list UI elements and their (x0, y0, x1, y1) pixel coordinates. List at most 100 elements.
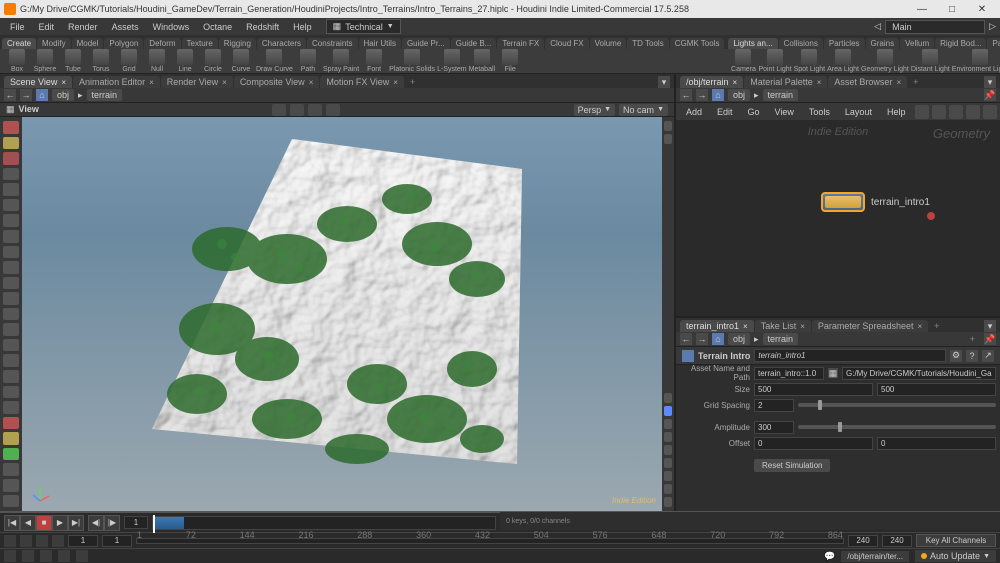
pin-icon[interactable]: 📌 (984, 333, 996, 345)
close-icon[interactable]: × (896, 78, 901, 87)
add-tab-button[interactable]: + (929, 320, 944, 332)
net-tool-icon[interactable] (932, 105, 946, 119)
close-icon[interactable]: × (817, 78, 822, 87)
help-icon[interactable]: ? (966, 350, 978, 362)
slider-thumb[interactable] (838, 422, 842, 432)
play-backward-button[interactable]: ◀ (20, 515, 36, 531)
range-slider[interactable]: 172144216288360432504576648720792864 (136, 538, 844, 544)
home-icon[interactable]: ⌂ (712, 89, 724, 101)
net-tool-icon[interactable] (966, 105, 980, 119)
viewport-3d[interactable]: Indie Edition (22, 117, 662, 511)
shelf-tool[interactable]: Curve (228, 49, 254, 73)
shelf-tool[interactable]: Environment Light (952, 49, 1000, 73)
desktop-layout-dropdown[interactable]: ▦ Technical ▼ (326, 19, 401, 34)
pane-type-icon[interactable]: ▦ (6, 104, 15, 115)
offset-y-input[interactable] (877, 437, 996, 450)
add-tab-button[interactable]: + (405, 76, 420, 88)
shelf-tool[interactable]: Area Light (827, 49, 859, 73)
shelf-tab[interactable]: Grains (866, 38, 900, 49)
viewport-tool-icon[interactable] (3, 308, 19, 321)
tab-param-spreadsheet[interactable]: Parameter Spreadsheet× (812, 320, 928, 332)
display-opt-icon[interactable] (664, 121, 672, 131)
shelf-tab[interactable]: Particle Fl... (987, 38, 1000, 49)
shelf-tab[interactable]: Characters (257, 38, 306, 49)
pane-menu-icon[interactable]: ▾ (984, 76, 996, 88)
shelf-tab[interactable]: Terrain FX (497, 38, 544, 49)
speech-icon[interactable]: 💬 (824, 551, 835, 562)
shelf-tab[interactable]: Texture (182, 38, 218, 49)
current-frame-input[interactable] (124, 516, 148, 529)
shelf-tab[interactable]: Vellum (900, 38, 934, 49)
shelf-tool[interactable]: Path (295, 49, 321, 73)
range-end-input[interactable] (848, 535, 878, 547)
menu-render[interactable]: Render (62, 21, 104, 33)
viewport-tool-icon[interactable] (3, 354, 19, 367)
shelf-tab[interactable]: Model (72, 38, 104, 49)
tab-motionfx-view[interactable]: Motion FX View× (320, 76, 404, 88)
menu-octane[interactable]: Octane (197, 21, 238, 33)
menu-windows[interactable]: Windows (147, 21, 196, 33)
close-icon[interactable]: × (743, 322, 748, 331)
viewport-tool-icon[interactable] (3, 339, 19, 352)
shelf-tool[interactable]: L-System (437, 49, 467, 73)
viewport-tool-icon[interactable] (3, 214, 19, 227)
add-button[interactable]: + (965, 333, 980, 345)
reset-simulation-button[interactable]: Reset Simulation (754, 459, 830, 472)
display-opt-icon[interactable] (664, 445, 672, 455)
shelf-tab[interactable]: Collisions (779, 38, 823, 49)
loop-mode-icon[interactable] (20, 535, 32, 547)
path-terrain[interactable]: terrain (763, 89, 799, 101)
shelf-tool[interactable]: Torus (88, 49, 114, 73)
timeline-track[interactable] (152, 516, 496, 530)
grid-spacing-input[interactable] (754, 399, 794, 412)
net-tool-icon[interactable] (949, 105, 963, 119)
grid-spacing-slider[interactable] (798, 403, 996, 407)
net-menu-edit[interactable]: Edit (711, 106, 739, 118)
net-menu-tools[interactable]: Tools (803, 106, 836, 118)
pane-menu-icon[interactable]: ▾ (658, 76, 670, 88)
pin-icon[interactable]: 📌 (984, 89, 996, 101)
close-icon[interactable]: × (393, 78, 398, 87)
start-frame-input[interactable] (68, 535, 98, 547)
viewport-tool-icon[interactable] (3, 230, 19, 243)
shelf-tool[interactable]: Line (172, 49, 198, 73)
shelf-tab[interactable]: Hair Utils (359, 38, 401, 49)
shelf-tool[interactable]: Spray Paint (323, 49, 359, 73)
display-opt-icon[interactable] (664, 432, 672, 442)
jump-icon[interactable]: ↗ (982, 350, 994, 362)
offset-x-input[interactable] (754, 437, 873, 450)
shelf-tab[interactable]: Rigging (219, 38, 256, 49)
forward-icon[interactable]: → (696, 89, 708, 101)
node-name-input[interactable] (754, 349, 946, 362)
shelf-tool[interactable]: Draw Curve (256, 49, 293, 73)
shelf-tab[interactable]: Polygon (104, 38, 143, 49)
menu-redshift[interactable]: Redshift (240, 21, 285, 33)
stop-button[interactable]: ■ (36, 515, 52, 531)
display-opt-icon[interactable] (664, 471, 672, 481)
shelf-tool[interactable]: Metaball (469, 49, 495, 73)
tab-asset-browser[interactable]: Asset Browser× (828, 76, 907, 88)
shelf-tool[interactable]: File (497, 49, 523, 73)
play-forward-button[interactable]: ▶ (52, 515, 68, 531)
menu-assets[interactable]: Assets (106, 21, 145, 33)
viewport-tool-icon[interactable] (3, 417, 19, 430)
close-icon[interactable]: × (733, 78, 738, 87)
snap-multi-icon[interactable] (326, 104, 340, 116)
close-icon[interactable]: × (309, 78, 314, 87)
shelf-tool[interactable]: Tube (60, 49, 86, 73)
path-terrain[interactable]: terrain (763, 333, 799, 345)
amplitude-input[interactable] (754, 421, 794, 434)
shelf-tool[interactable]: Point Light (758, 49, 791, 73)
shelf-tab[interactable]: Guide Pr... (402, 38, 450, 49)
range-start-input[interactable] (102, 535, 132, 547)
viewport-tool-icon[interactable] (3, 137, 19, 150)
back-icon[interactable]: ← (680, 333, 692, 345)
shelf-tab-create[interactable]: Create (2, 38, 36, 49)
shelf-tool[interactable]: Sphere (32, 49, 58, 73)
tab-composite-view[interactable]: Composite View× (234, 76, 320, 88)
chooser-icon[interactable]: ▦ (828, 368, 838, 378)
shelf-tool[interactable]: Circle (200, 49, 226, 73)
close-icon[interactable]: × (149, 78, 154, 87)
shelf-tab[interactable]: CGMK Tools (670, 38, 725, 49)
viewport-tool-icon[interactable] (3, 199, 19, 212)
